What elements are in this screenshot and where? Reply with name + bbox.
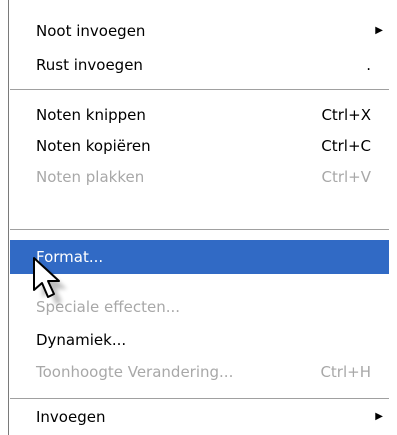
menu-item-toonhoogte-verandering[interactable]: Toonhoogte Verandering... Ctrl+H: [10, 355, 389, 389]
menu-item-shortcut: .: [366, 56, 371, 74]
menu-separator: [10, 89, 389, 91]
menu-item-shortcut: Ctrl+H: [320, 363, 371, 381]
menu-item-noot-invoegen[interactable]: Noot invoegen ▶: [10, 14, 389, 48]
menu-item-invoegen[interactable]: Invoegen ▶: [10, 400, 389, 434]
menu-item-dynamiek[interactable]: Dynamiek...: [10, 323, 389, 357]
menu-item-shortcut: Ctrl+X: [321, 106, 371, 124]
menu-item-shortcut: Ctrl+C: [321, 137, 371, 155]
submenu-arrow-icon: ▶: [375, 411, 383, 422]
mouse-pointer-icon: [33, 257, 60, 298]
menu-border: [8, 0, 9, 435]
context-menu: Noot invoegen ▶ Rust invoegen . Noten kn…: [0, 0, 397, 435]
menu-item-label: Invoegen: [36, 408, 106, 426]
submenu-arrow-icon: ▶: [375, 25, 383, 36]
menu-item-shortcut: Ctrl+V: [321, 168, 371, 186]
menu-item-label: Rust invoegen: [36, 56, 143, 74]
menu-item-noten-kopieren[interactable]: Noten kopiëren Ctrl+C: [10, 129, 389, 163]
menu-separator: [10, 229, 389, 231]
menu-item-label: Dynamiek...: [36, 331, 127, 349]
menu-item-rust-invoegen[interactable]: Rust invoegen .: [10, 48, 389, 82]
menu-item-label: Noten knippen: [36, 106, 146, 124]
menu-item-noten-plakken[interactable]: Noten plakken Ctrl+V: [10, 160, 389, 194]
menu-item-label: Noot invoegen: [36, 22, 146, 40]
menu-item-label: Toonhoogte Verandering...: [36, 363, 234, 381]
menu-item-label: Noten plakken: [36, 168, 145, 186]
menu-item-label: Noten kopiëren: [36, 137, 151, 155]
menu-item-noten-knippen[interactable]: Noten knippen Ctrl+X: [10, 98, 389, 132]
